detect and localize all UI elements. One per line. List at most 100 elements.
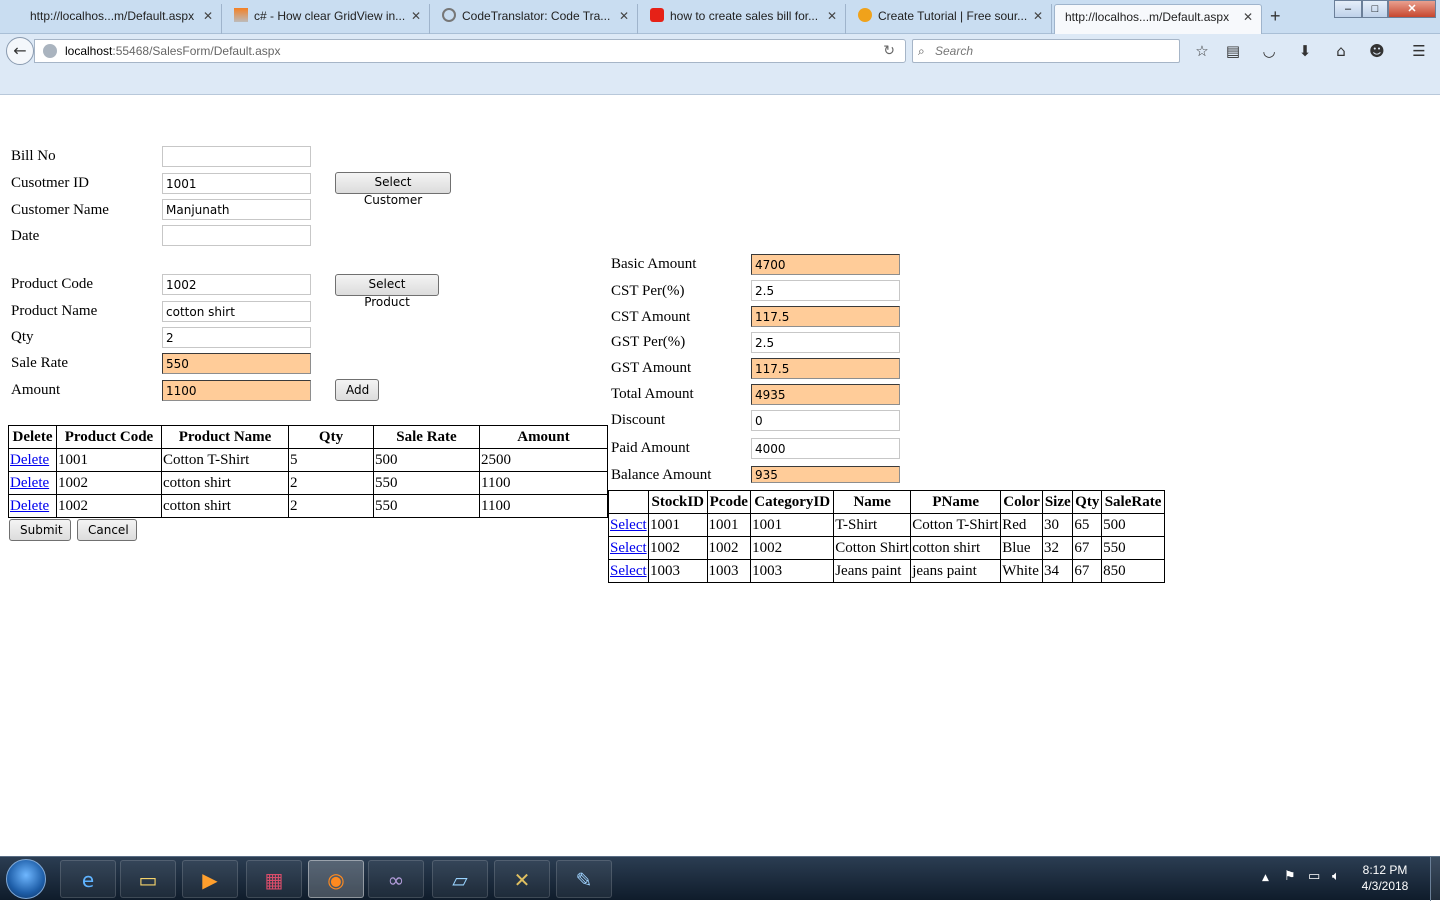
site-identity-icon[interactable]: [43, 44, 57, 58]
add-button[interactable]: Add: [335, 379, 379, 401]
amount-field[interactable]: [162, 380, 311, 401]
category-id-cell: 1001: [750, 513, 835, 537]
visual-studio-icon[interactable]: ∞: [368, 860, 424, 898]
clock-date[interactable]: 4/3/2018: [1352, 879, 1418, 893]
sale-rate-field[interactable]: [162, 353, 311, 374]
tab-title: Create Tutorial | Free sour...: [878, 9, 1028, 23]
firefox-icon[interactable]: ◉: [308, 860, 364, 898]
home-icon[interactable]: ⌂: [1330, 40, 1352, 62]
stock-grid-header-row: StockID Pcode CategoryID Name PName Colo…: [608, 490, 1165, 514]
table-row: Delete 1002 cotton shirt 2 550 1100: [8, 471, 608, 495]
cancel-button[interactable]: Cancel: [77, 519, 137, 541]
url-bar[interactable]: localhost:55468/SalesForm/Default.aspx ↻: [34, 39, 906, 63]
reading-list-icon[interactable]: ▤: [1222, 40, 1244, 62]
column-header-size: Size: [1042, 490, 1074, 514]
star-icon[interactable]: ☆: [1191, 40, 1213, 62]
table-row: Delete 1001 Cotton T-Shirt 5 500 2500: [8, 448, 608, 472]
action-center-icon[interactable]: ⚑: [1284, 869, 1296, 884]
window-close-button[interactable]: ✕: [1388, 0, 1436, 18]
qty-field[interactable]: [162, 327, 311, 348]
gst-per-field[interactable]: [751, 332, 900, 353]
product-name-label: Product Name: [11, 303, 98, 319]
tab-close-icon[interactable]: ✕: [619, 4, 629, 28]
search-input[interactable]: ⌕ Search: [912, 39, 1180, 63]
search-icon: ⌕: [918, 44, 925, 58]
clock-time[interactable]: 8:12 PM: [1352, 863, 1418, 877]
url-host: localhost: [65, 44, 113, 58]
tab-youtube[interactable]: how to create sales bill for... ✕: [640, 4, 846, 34]
gst-amount-field[interactable]: [751, 358, 900, 379]
tab-create-tutorial[interactable]: Create Tutorial | Free sour... ✕: [848, 4, 1052, 34]
delete-link[interactable]: Delete: [10, 452, 49, 468]
smiley-icon[interactable]: ☻: [1366, 40, 1388, 62]
reload-icon[interactable]: ↻: [883, 40, 895, 62]
winrar-icon[interactable]: ▦: [246, 860, 302, 898]
tab-codetranslator[interactable]: CodeTranslator: Code Tra... ✕: [432, 4, 638, 34]
table-row: Delete 1002 cotton shirt 2 550 1100: [8, 494, 608, 518]
tab-close-icon[interactable]: ✕: [1243, 5, 1253, 29]
basic-amount-field[interactable]: [751, 254, 900, 275]
table-row: Select 1002 1002 1002 Cotton Shirt cotto…: [608, 536, 1165, 560]
paid-amount-field[interactable]: [751, 438, 900, 459]
tab-localhost-1[interactable]: http://localhos...m/Default.aspx ✕: [0, 4, 222, 34]
window-minimize-button[interactable]: –: [1334, 0, 1362, 18]
cst-per-field[interactable]: [751, 280, 900, 301]
tutorial-icon: [858, 8, 872, 22]
balance-amount-field[interactable]: [751, 466, 900, 483]
paint-icon[interactable]: ✎: [556, 860, 612, 898]
browser-nav-bar: ← localhost:55468/SalesForm/Default.aspx…: [0, 34, 1440, 95]
qty-cell: 5: [288, 448, 374, 472]
show-desktop-button[interactable]: [1430, 857, 1440, 901]
window-maximize-button[interactable]: □: [1362, 0, 1388, 18]
column-header-sale-rate: SaleRate: [1101, 490, 1165, 514]
tab-title: c# - How clear GridView in...: [254, 9, 406, 23]
show-hidden-icons-icon[interactable]: ▲: [1262, 873, 1269, 883]
amount-label: Amount: [11, 382, 61, 398]
select-customer-button[interactable]: Select Customer: [335, 172, 451, 207]
tab-close-icon[interactable]: ✕: [203, 4, 213, 28]
qty-cell: 2: [288, 471, 374, 495]
pname-cell: jeans paint: [910, 559, 1002, 583]
product-name-field[interactable]: [162, 301, 311, 322]
select-link[interactable]: Select: [610, 540, 647, 556]
volume-icon[interactable]: 🔈︎: [1332, 869, 1340, 884]
download-icon[interactable]: ⬇: [1294, 40, 1316, 62]
sale-rate-cell: 550: [373, 494, 480, 518]
customer-id-field[interactable]: [162, 173, 311, 194]
pocket-icon[interactable]: ◡: [1258, 40, 1280, 62]
column-header-select: [608, 490, 649, 514]
tab-close-icon[interactable]: ✕: [827, 4, 837, 28]
basic-amount-label: Basic Amount: [611, 256, 697, 272]
tab-close-icon[interactable]: ✕: [411, 4, 421, 28]
select-link[interactable]: Select: [610, 517, 647, 533]
discount-field[interactable]: [751, 410, 900, 431]
product-code-field[interactable]: [162, 274, 311, 295]
explorer-icon[interactable]: ▭: [120, 860, 176, 898]
total-amount-field[interactable]: [751, 384, 900, 405]
notepad-icon[interactable]: ▱: [432, 860, 488, 898]
sale-rate-cell: 550: [1101, 536, 1165, 560]
search-placeholder: Search: [935, 44, 974, 58]
delete-link[interactable]: Delete: [10, 498, 49, 514]
tab-stackoverflow[interactable]: c# - How clear GridView in... ✕: [224, 4, 430, 34]
date-field[interactable]: [162, 225, 311, 246]
date-label: Date: [11, 228, 40, 244]
new-tab-button[interactable]: +: [1270, 6, 1281, 27]
tab-localhost-active[interactable]: http://localhos...m/Default.aspx ✕: [1054, 4, 1262, 34]
submit-button[interactable]: Submit: [9, 519, 71, 541]
ie-icon[interactable]: e: [60, 860, 116, 898]
cst-amount-field[interactable]: [751, 306, 900, 327]
select-product-button[interactable]: Select Product: [335, 274, 439, 309]
tools-icon[interactable]: ✕: [494, 860, 550, 898]
bill-no-field[interactable]: [162, 146, 311, 167]
back-button[interactable]: ←: [6, 37, 34, 65]
network-icon[interactable]: ▭: [1308, 869, 1320, 884]
media-player-icon[interactable]: ▶: [182, 860, 238, 898]
menu-icon[interactable]: ☰: [1408, 40, 1430, 62]
tab-close-icon[interactable]: ✕: [1033, 4, 1043, 28]
delete-link[interactable]: Delete: [10, 475, 49, 491]
bill-grid-header-row: Delete Product Code Product Name Qty Sal…: [8, 425, 608, 449]
start-button[interactable]: [6, 859, 46, 899]
select-link[interactable]: Select: [610, 563, 647, 579]
customer-name-field[interactable]: [162, 199, 311, 220]
